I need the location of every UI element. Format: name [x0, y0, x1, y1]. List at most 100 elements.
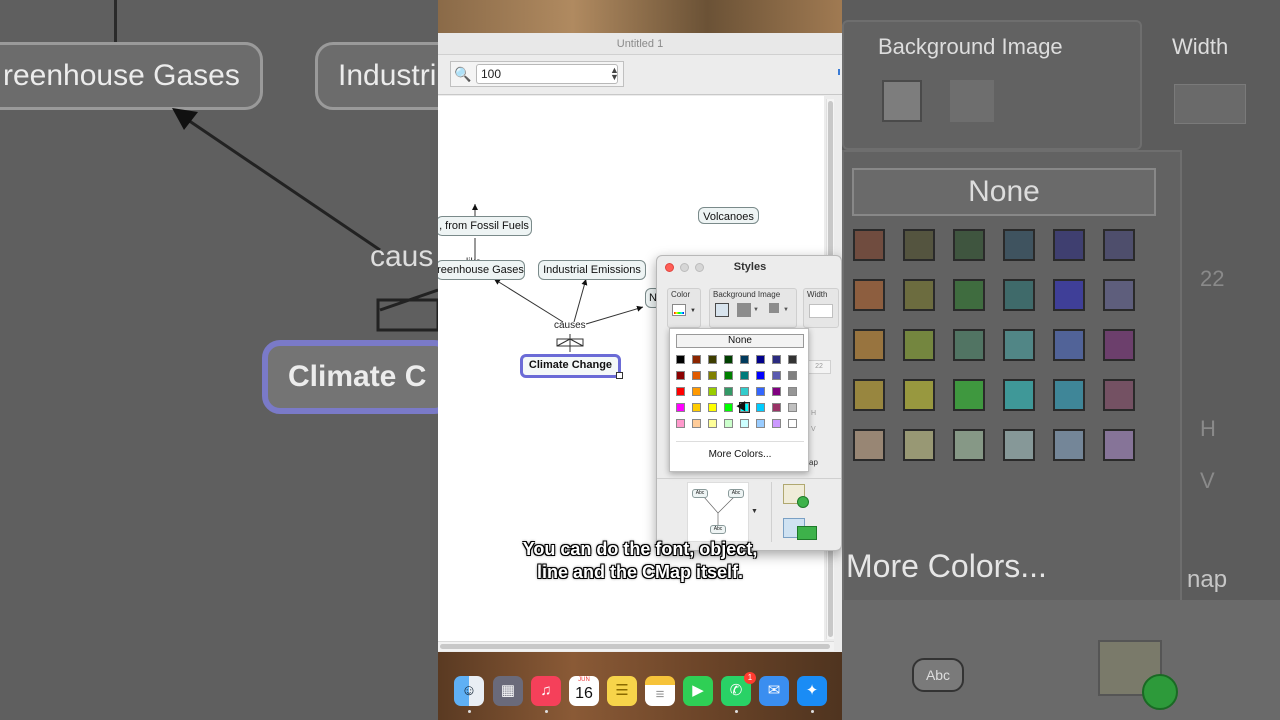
caption-line-1: You can do the font, object, [522, 539, 758, 559]
color-header: Color [671, 290, 691, 299]
color-swatch[interactable] [740, 355, 749, 364]
color-swatch[interactable] [740, 371, 749, 380]
zoomed-swatch [853, 329, 885, 361]
zoomed-swatch [1053, 429, 1085, 461]
node-volcanoes[interactable]: Volcanoes [698, 207, 759, 224]
color-swatch[interactable] [772, 355, 781, 364]
color-swatch[interactable] [708, 355, 717, 364]
color-swatch[interactable] [708, 371, 717, 380]
color-swatch[interactable] [772, 371, 781, 380]
resize-handle-icon[interactable] [616, 372, 623, 379]
zoomed-width-value: 22 [1200, 266, 1225, 291]
mail-icon[interactable]: ✉ [759, 676, 789, 706]
close-window-icon[interactable] [665, 263, 674, 272]
link-label-causes[interactable]: causes [554, 320, 586, 331]
color-swatch[interactable] [724, 387, 733, 396]
color-swatch[interactable] [756, 387, 765, 396]
background-image-header: Background Image [713, 290, 781, 299]
minimize-window-icon[interactable] [680, 263, 689, 272]
width-input[interactable] [809, 304, 833, 318]
image-position-dropdown-icon[interactable]: ▼ [783, 307, 789, 313]
color-swatch[interactable] [708, 387, 717, 396]
color-swatch[interactable] [676, 403, 685, 412]
color-swatch[interactable] [788, 403, 797, 412]
zoom-magnifier-icon[interactable]: 🔍 [454, 66, 471, 83]
color-swatch[interactable] [756, 403, 765, 412]
image-layout-icon[interactable] [737, 303, 751, 317]
color-swatch[interactable] [692, 403, 701, 412]
color-swatch[interactable] [692, 371, 701, 380]
zoom-input[interactable]: 100 [476, 64, 618, 84]
color-swatch[interactable] [676, 419, 685, 428]
zoomed-swatch [1053, 379, 1085, 411]
color-swatch[interactable] [788, 419, 797, 428]
image-position-icon[interactable] [769, 303, 779, 313]
color-swatch[interactable] [740, 419, 749, 428]
zoomed-swatch [903, 329, 935, 361]
none-color-button[interactable]: None [676, 334, 804, 348]
safari-running-dot [811, 710, 814, 713]
color-swatch[interactable] [676, 387, 685, 396]
color-swatch[interactable] [724, 403, 733, 412]
color-swatch[interactable] [724, 355, 733, 364]
horizontal-scroll-thumb[interactable] [440, 644, 830, 649]
stickies-icon[interactable]: ☰ [607, 676, 637, 706]
color-well[interactable] [672, 304, 686, 316]
zoomed-background-right: Background Image Width None 22 H V More … [842, 0, 1280, 720]
color-swatch[interactable] [724, 371, 733, 380]
zoomed-swatch [1103, 429, 1135, 461]
width-value-field[interactable]: 22 [807, 360, 831, 374]
image-layout-dropdown-icon[interactable]: ▼ [753, 307, 759, 313]
zoomed-swatch [1003, 429, 1035, 461]
color-swatch[interactable] [676, 371, 685, 380]
launchpad-icon[interactable]: ▦ [493, 676, 523, 706]
calendar-day: 16 [575, 685, 593, 702]
node-greenhouse-gases[interactable]: reenhouse Gases [438, 260, 525, 280]
color-dropdown-icon[interactable]: ▼ [690, 308, 696, 314]
music-icon[interactable]: ♫ [531, 676, 561, 706]
toolbar-edge-marker [838, 69, 840, 75]
zoomed-swatch [1053, 279, 1085, 311]
color-swatch[interactable] [772, 387, 781, 396]
zoomed-swatch [1103, 379, 1135, 411]
finder-icon[interactable]: ☺ [454, 676, 484, 706]
facetime-icon[interactable]: ▶ [683, 676, 713, 706]
preview-dropdown-icon[interactable]: ▼ [751, 508, 758, 515]
color-swatch[interactable] [740, 387, 749, 396]
zoom-stepper-icon[interactable]: ▲ ▼ [610, 66, 619, 82]
video-caption: You can do the font, object, line and th… [438, 538, 842, 584]
color-swatch[interactable] [788, 371, 797, 380]
color-swatch[interactable] [692, 419, 701, 428]
more-colors-button[interactable]: More Colors... [670, 449, 810, 460]
color-picker-popover: None More Colors... [669, 328, 809, 472]
calendar-icon[interactable]: JUN 16 [569, 676, 599, 706]
color-swatch[interactable] [772, 419, 781, 428]
cmap-style-preview[interactable]: Abc Abc Abc [687, 482, 749, 542]
color-swatch[interactable] [692, 387, 701, 396]
cmap-tab-fragment[interactable]: ap [809, 458, 818, 467]
toolbar: 🔍 100 ▲ ▼ [438, 55, 842, 95]
zoomed-swatch [853, 279, 885, 311]
safari-icon[interactable]: ✦ [797, 676, 827, 706]
color-swatch[interactable] [724, 419, 733, 428]
node-industrial-emissions[interactable]: Industrial Emissions [538, 260, 646, 280]
zoom-window-icon[interactable] [695, 263, 704, 272]
color-swatch[interactable] [692, 355, 701, 364]
notes-icon[interactable]: ≡ [645, 676, 675, 706]
color-swatch[interactable] [756, 419, 765, 428]
color-swatch[interactable] [708, 403, 717, 412]
h-label: H [811, 410, 817, 417]
music-running-dot [545, 710, 548, 713]
node-fossil-fuels[interactable]: , from Fossil Fuels [438, 216, 532, 236]
add-image-icon[interactable] [715, 303, 729, 317]
zoomed-swatch [853, 379, 885, 411]
color-swatch[interactable] [772, 403, 781, 412]
color-swatch[interactable] [756, 355, 765, 364]
color-swatch[interactable] [788, 355, 797, 364]
horizontal-scrollbar[interactable] [438, 641, 834, 651]
color-swatch[interactable] [708, 419, 717, 428]
color-swatch[interactable] [756, 371, 765, 380]
color-swatch[interactable] [788, 387, 797, 396]
color-swatch[interactable] [676, 355, 685, 364]
node-climate-change[interactable]: Climate Change [520, 354, 621, 378]
